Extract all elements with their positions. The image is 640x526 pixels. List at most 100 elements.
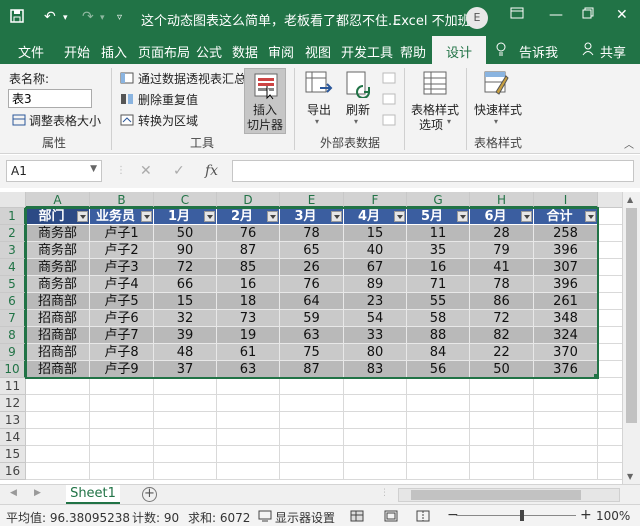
zoom-in-button[interactable]: + xyxy=(580,507,592,523)
empty-cell[interactable] xyxy=(598,412,622,429)
row-header-12[interactable]: 12 xyxy=(0,395,26,412)
row-header-1[interactable]: 1 xyxy=(0,208,26,225)
quick-styles-dropdown-icon[interactable]: ▾ xyxy=(494,117,498,126)
empty-cell[interactable] xyxy=(154,446,217,463)
table-cell[interactable]: 19 xyxy=(217,327,280,344)
empty-cell[interactable] xyxy=(344,412,407,429)
table-cell[interactable]: 招商部 xyxy=(26,293,90,310)
empty-cell[interactable] xyxy=(470,463,534,480)
filter-button[interactable] xyxy=(265,208,279,225)
empty-cell[interactable] xyxy=(407,463,470,480)
table-cell[interactable]: 71 xyxy=(407,276,470,293)
table-cell[interactable]: 41 xyxy=(470,259,534,276)
empty-cell[interactable] xyxy=(344,463,407,480)
share-button[interactable]: 共享 xyxy=(600,42,626,61)
zoom-slider-thumb[interactable] xyxy=(520,510,524,521)
empty-cell[interactable] xyxy=(344,429,407,446)
empty-cell[interactable] xyxy=(598,208,622,225)
convert-range-button[interactable]: 转换为区域 xyxy=(138,112,198,129)
empty-cell[interactable] xyxy=(470,412,534,429)
formula-input[interactable] xyxy=(232,160,634,182)
export-button[interactable]: 导出 xyxy=(307,101,331,118)
refresh-dropdown-icon[interactable]: ▾ xyxy=(354,117,358,126)
tab-data[interactable]: 数据 xyxy=(232,42,258,61)
row-header-2[interactable]: 2 xyxy=(0,225,26,242)
empty-cell[interactable] xyxy=(90,446,154,463)
summarize-pivot-button[interactable]: 通过数据透视表汇总 xyxy=(138,70,246,87)
empty-cell[interactable] xyxy=(598,242,622,259)
table-cell[interactable]: 招商部 xyxy=(26,327,90,344)
column-header-h[interactable]: H xyxy=(470,192,534,208)
empty-cell[interactable] xyxy=(407,395,470,412)
vertical-scroll-thumb[interactable] xyxy=(626,208,637,423)
table-cell[interactable]: 396 xyxy=(534,242,598,259)
page-break-view-icon[interactable] xyxy=(416,510,430,525)
tab-file[interactable]: 文件 xyxy=(18,42,44,61)
empty-cell[interactable] xyxy=(26,463,90,480)
empty-cell[interactable] xyxy=(90,463,154,480)
close-icon[interactable]: ✕ xyxy=(616,7,628,23)
table-cell[interactable]: 64 xyxy=(280,293,344,310)
empty-cell[interactable] xyxy=(598,344,622,361)
row-header-16[interactable]: 16 xyxy=(0,463,26,480)
empty-cell[interactable] xyxy=(598,310,622,327)
table-cell[interactable]: 卢子8 xyxy=(90,344,154,361)
empty-cell[interactable] xyxy=(217,412,280,429)
table-cell[interactable]: 84 xyxy=(407,344,470,361)
table-cell[interactable]: 35 xyxy=(407,242,470,259)
table-cell[interactable]: 卢子3 xyxy=(90,259,154,276)
table-cell[interactable]: 58 xyxy=(407,310,470,327)
table-cell[interactable]: 370 xyxy=(534,344,598,361)
table-cell[interactable]: 23 xyxy=(344,293,407,310)
table-cell[interactable]: 66 xyxy=(154,276,217,293)
insert-function-icon[interactable]: fx xyxy=(205,163,218,179)
table-cell[interactable]: 61 xyxy=(217,344,280,361)
table-cell[interactable]: 22 xyxy=(470,344,534,361)
table-cell[interactable]: 85 xyxy=(217,259,280,276)
empty-cell[interactable] xyxy=(470,395,534,412)
worksheet-grid[interactable]: A B C D E F G H I 1 部门 业务员 1月 2月 3月 4月 5月 6月 合计 2 商务部 卢子1 50 76… xyxy=(0,192,622,484)
horizontal-scrollbar[interactable] xyxy=(398,488,620,502)
table-resize-handle[interactable] xyxy=(594,374,599,379)
table-cell[interactable]: 50 xyxy=(470,361,534,378)
table-cell[interactable]: 招商部 xyxy=(26,361,90,378)
table-cell[interactable]: 80 xyxy=(344,344,407,361)
column-header-d[interactable]: D xyxy=(217,192,280,208)
empty-cell[interactable] xyxy=(26,429,90,446)
column-header-e[interactable]: E xyxy=(280,192,344,208)
table-cell[interactable]: 54 xyxy=(344,310,407,327)
empty-cell[interactable] xyxy=(407,412,470,429)
filter-dropdown-icon[interactable] xyxy=(457,211,468,222)
empty-cell[interactable] xyxy=(280,429,344,446)
name-box[interactable]: A1 ▼ xyxy=(6,160,102,182)
row-header-4[interactable]: 4 xyxy=(0,259,26,276)
table-cell[interactable]: 33 xyxy=(344,327,407,344)
empty-cell[interactable] xyxy=(280,412,344,429)
table-cell[interactable]: 50 xyxy=(154,225,217,242)
empty-cell[interactable] xyxy=(470,429,534,446)
empty-cell[interactable] xyxy=(344,395,407,412)
empty-cell[interactable] xyxy=(598,293,622,310)
table-cell[interactable]: 卢子6 xyxy=(90,310,154,327)
resize-table-button[interactable]: 调整表格大小 xyxy=(29,112,101,129)
table-cell[interactable]: 11 xyxy=(407,225,470,242)
chevron-down-icon[interactable]: ▼ xyxy=(90,164,97,174)
minimize-icon[interactable]: — xyxy=(549,7,563,23)
enter-icon[interactable]: ✓ xyxy=(173,163,185,179)
table-style-options-label-2[interactable]: 选项 xyxy=(419,116,443,133)
empty-cell[interactable] xyxy=(407,429,470,446)
tab-insert[interactable]: 插入 xyxy=(101,42,127,61)
empty-cell[interactable] xyxy=(598,463,622,480)
table-cell[interactable]: 76 xyxy=(217,225,280,242)
empty-cell[interactable] xyxy=(534,463,598,480)
column-header-a[interactable]: A xyxy=(26,192,90,208)
table-cell[interactable]: 卢子5 xyxy=(90,293,154,310)
empty-cell[interactable] xyxy=(154,429,217,446)
table-cell[interactable]: 87 xyxy=(217,242,280,259)
zoom-slider[interactable] xyxy=(456,515,576,516)
column-header-c[interactable]: C xyxy=(154,192,217,208)
table-cell[interactable]: 商务部 xyxy=(26,225,90,242)
empty-cell[interactable] xyxy=(470,446,534,463)
properties-icon[interactable] xyxy=(382,72,396,84)
column-header-b[interactable]: B xyxy=(90,192,154,208)
